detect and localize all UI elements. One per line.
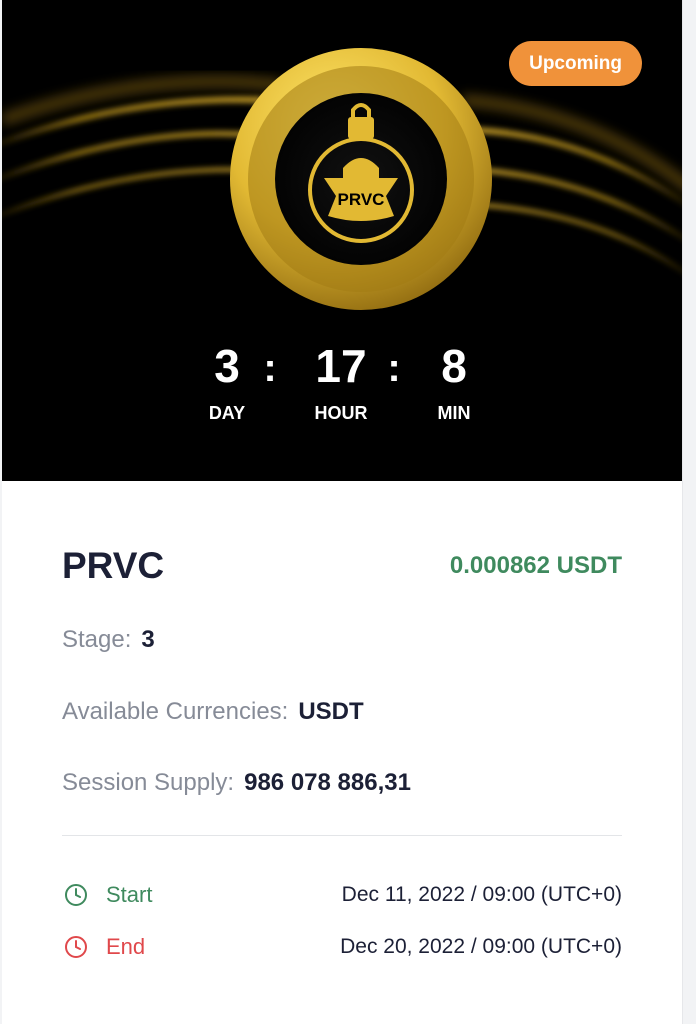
countdown-timer: 3 : 17 : 8 DAY HOUR MIN (2, 332, 682, 442)
start-date-row: Start Dec 11, 2022 / 09:00 (UTC+0) (62, 879, 622, 911)
detail-label: Available Currencies: (62, 698, 289, 725)
start-label: Start (106, 882, 153, 907)
detail-stage: Stage: 3 (62, 623, 155, 657)
countdown-days-label: DAY (208, 403, 246, 423)
detail-label: Session Supply: (62, 769, 235, 796)
hero-banner: PRVC Upcoming 3 : 17 : 8 DAY HOUR MIN (2, 0, 682, 481)
end-date-row: End Dec 20, 2022 / 09:00 (UTC+0) (62, 931, 622, 963)
token-price: 0.000862 USDT (449, 552, 622, 579)
detail-value: USDT (298, 698, 364, 725)
clock-icon (65, 936, 87, 958)
countdown-hours-value: 17 (315, 340, 367, 392)
countdown-minutes-value: 8 (441, 340, 467, 392)
prvc-coin-logo: PRVC (230, 48, 492, 310)
detail-supply: Session Supply: 986 078 886,31 (62, 766, 411, 800)
end-label: End (106, 934, 146, 959)
countdown-minutes-label: MIN (437, 403, 471, 423)
countdown-separator: : (263, 346, 277, 390)
clock-icon (65, 884, 87, 906)
detail-value: 986 078 886,31 (244, 769, 411, 796)
divider (62, 835, 622, 836)
presale-card[interactable]: PRVC Upcoming 3 : 17 : 8 DAY HOUR MIN PR… (2, 0, 683, 1024)
status-badge: Upcoming (509, 41, 642, 86)
countdown-hours-label: HOUR (314, 403, 368, 423)
detail-currencies: Available Currencies: USDT (62, 695, 364, 729)
logo-text: PRVC (338, 190, 385, 209)
start-date: Dec 11, 2022 / 09:00 (UTC+0) (341, 883, 622, 906)
end-date: Dec 20, 2022 / 09:00 (UTC+0) (340, 935, 622, 958)
detail-label: Stage: (62, 626, 132, 653)
detail-value: 3 (141, 626, 155, 653)
token-name: PRVC (62, 545, 165, 586)
